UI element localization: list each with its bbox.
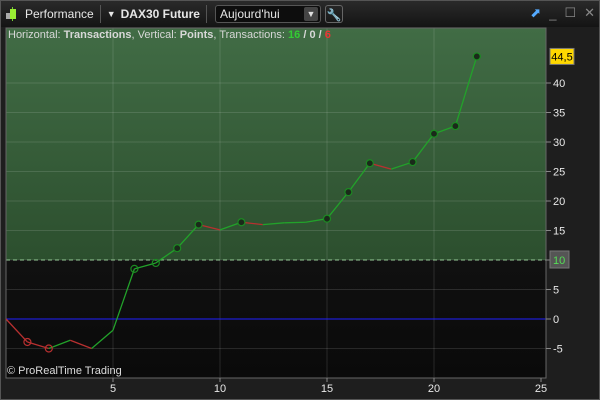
wrench-icon[interactable]: 🔧	[324, 5, 343, 23]
dropdown-arrow-icon: ▼	[106, 9, 116, 19]
candlestick-icon	[5, 6, 21, 22]
x-tick-label: 15	[321, 383, 333, 395]
performance-chart: -5 0 5 10 15 20 25 30 35 40 5 10 15 20 25 44,5	[5, 27, 575, 395]
export-chart-icon[interactable]: ⬈	[530, 5, 541, 21]
period-dropdown[interactable]: Aujourd'hui ▼	[214, 5, 321, 23]
y-tick-label: 5	[553, 285, 559, 297]
instrument-selector[interactable]: ▼ DAX30 Future	[107, 7, 200, 21]
y-tick-label: 20	[553, 196, 565, 208]
copyright: © ProRealTime Trading	[7, 365, 122, 377]
chevron-down-icon: ▼	[303, 7, 318, 21]
last-value-label: 44,5	[551, 51, 572, 63]
divider	[99, 5, 101, 23]
y-tick-label: 35	[553, 108, 565, 120]
divider	[205, 5, 207, 23]
x-tick-label: 20	[428, 383, 440, 395]
wins-count: 16	[288, 29, 301, 41]
data-point	[344, 188, 353, 197]
horizontal-value: Transactions	[63, 29, 132, 41]
data-point	[408, 157, 417, 167]
close-icon[interactable]: ✕	[584, 5, 595, 21]
data-point	[173, 244, 182, 253]
x-tick-label: 25	[535, 383, 547, 395]
horizontal-label: Horizontal:	[8, 29, 64, 41]
separator: /	[315, 29, 325, 41]
transactions-label: , Transactions:	[213, 29, 289, 41]
app-label: Performance	[25, 7, 94, 21]
vertical-value: Points	[179, 29, 214, 41]
vertical-label: , Vertical:	[131, 29, 180, 41]
data-point	[365, 159, 374, 168]
x-tick-label: 5	[110, 383, 116, 395]
data-point	[451, 121, 460, 131]
performance-window: Performance ▼ DAX30 Future Aujourd'hui ▼…	[0, 0, 600, 400]
chart-info: Horizontal: Transactions, Vertical: Poin…	[8, 29, 331, 41]
data-point	[194, 220, 203, 229]
equity-segment	[284, 221, 306, 224]
y-tick-label: 25	[553, 167, 565, 179]
y-tick-label: -5	[553, 344, 563, 356]
y-tick-label: 10	[553, 255, 565, 267]
y-tick-label: 0	[553, 314, 559, 326]
y-tick-label: 15	[553, 226, 565, 238]
maximize-icon[interactable]: ☐	[564, 5, 576, 21]
data-point	[472, 52, 481, 61]
x-tick-label: 10	[214, 383, 226, 395]
y-tick-label: 30	[553, 137, 565, 149]
profit-zone	[6, 28, 546, 260]
period-value: Aujourd'hui	[219, 7, 280, 21]
data-point	[322, 214, 332, 223]
data-point	[429, 129, 439, 138]
y-tick-label: 40	[553, 78, 565, 90]
instrument-label: DAX30 Future	[120, 7, 200, 21]
data-point	[237, 218, 246, 227]
losses-count: 6	[324, 29, 331, 41]
minimize-icon[interactable]: _	[549, 6, 556, 21]
title-bar: Performance ▼ DAX30 Future Aujourd'hui ▼…	[1, 1, 599, 27]
